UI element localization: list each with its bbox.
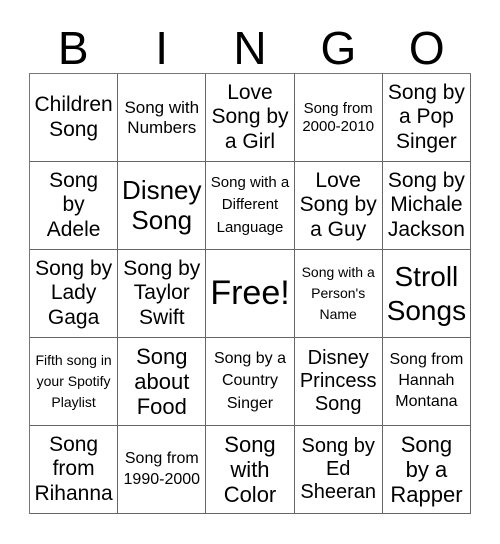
bingo-cell[interactable]: Song with a Person's Name [294, 250, 383, 338]
bingo-cell[interactable]: Stroll Songs [382, 250, 471, 338]
bingo-cell[interactable]: Song by a Rapper [382, 426, 471, 514]
cell-text: Free! [210, 273, 290, 312]
bingo-cell[interactable]: Song with Color [206, 426, 295, 514]
bingo-cell[interactable]: Song by a Country Singer [206, 338, 295, 426]
free-space[interactable]: Free! [206, 250, 295, 338]
cell-text: Song by a Country Singer [213, 349, 287, 412]
cell-text: Song by Lady Gaga [35, 257, 113, 329]
cell-text: Song about Food [134, 343, 190, 420]
header-letter-o: O [408, 22, 445, 74]
bingo-cell[interactable]: Disney Song [118, 162, 207, 250]
bingo-grid: Children Song Song with Numbers Love Son… [29, 73, 471, 514]
cell-text: Song from 1990-2000 [123, 449, 201, 488]
bingo-cell[interactable]: Song by Lady Gaga [30, 250, 119, 338]
cell-text: Song by a Pop Singer [387, 81, 465, 153]
bingo-cell[interactable]: Song by a Pop Singer [382, 74, 471, 162]
bingo-cell[interactable]: Song about Food [118, 338, 207, 426]
cell-text: Children Song [34, 93, 113, 141]
cell-text: Love Song by a Girl [211, 81, 289, 153]
bingo-cell[interactable]: Song by Michale Jackson [382, 162, 471, 250]
cell-text: Song by Michale Jackson [387, 169, 465, 241]
cell-text: Song with a Different Language [210, 173, 290, 236]
bingo-cell[interactable]: Song with Numbers [118, 74, 207, 162]
cell-text: Disney Princess Song [299, 347, 377, 415]
bingo-cell[interactable]: Fifth song in your Spotify Playlist [30, 338, 119, 426]
cell-text: Song by Adele [46, 169, 101, 241]
cell-text: Song with Color [223, 431, 277, 508]
cell-text: Song from 2000-2010 [302, 100, 375, 135]
bingo-cell[interactable]: Disney Princess Song [294, 338, 383, 426]
bingo-cell[interactable]: Song with a Different Language [206, 162, 295, 250]
cell-text: Song from Hannah Montana [389, 351, 464, 410]
bingo-cell[interactable]: Song by Adele [30, 162, 119, 250]
cell-text: Song by a Rapper [390, 431, 463, 508]
cell-text: Love Song by a Guy [299, 169, 377, 241]
cell-text: Song by Ed Sheeran [300, 435, 376, 503]
bingo-cell[interactable]: Song from Hannah Montana [382, 338, 471, 426]
bingo-cell[interactable]: Song from 1990-2000 [118, 426, 207, 514]
cell-text: Song with Numbers [124, 97, 200, 137]
bingo-cell[interactable]: Song by Taylor Swift [118, 250, 207, 338]
cell-text: Disney Song [122, 174, 202, 235]
bingo-cell[interactable]: Song from Rihanna [30, 426, 119, 514]
bingo-cell[interactable]: Love Song by a Guy [294, 162, 383, 250]
header-letter-b: B [57, 22, 89, 74]
cell-text: Fifth song in your Spotify Playlist [35, 352, 112, 410]
cell-text: Stroll Songs [386, 260, 467, 326]
bingo-cell[interactable]: Song from 2000-2010 [294, 74, 383, 162]
bingo-cell[interactable]: Love Song by a Girl [206, 74, 295, 162]
bingo-header: B I N G O [29, 22, 471, 74]
cell-text: Song by Taylor Swift [123, 257, 201, 329]
header-letter-g: G [320, 22, 357, 74]
cell-text: Song from Rihanna [34, 433, 113, 505]
header-letter-i: I [155, 22, 168, 74]
cell-text: Song with a Person's Name [301, 264, 375, 322]
header-letter-n: N [233, 22, 267, 74]
bingo-cell[interactable]: Song by Ed Sheeran [294, 426, 383, 514]
bingo-cell[interactable]: Children Song [30, 74, 119, 162]
